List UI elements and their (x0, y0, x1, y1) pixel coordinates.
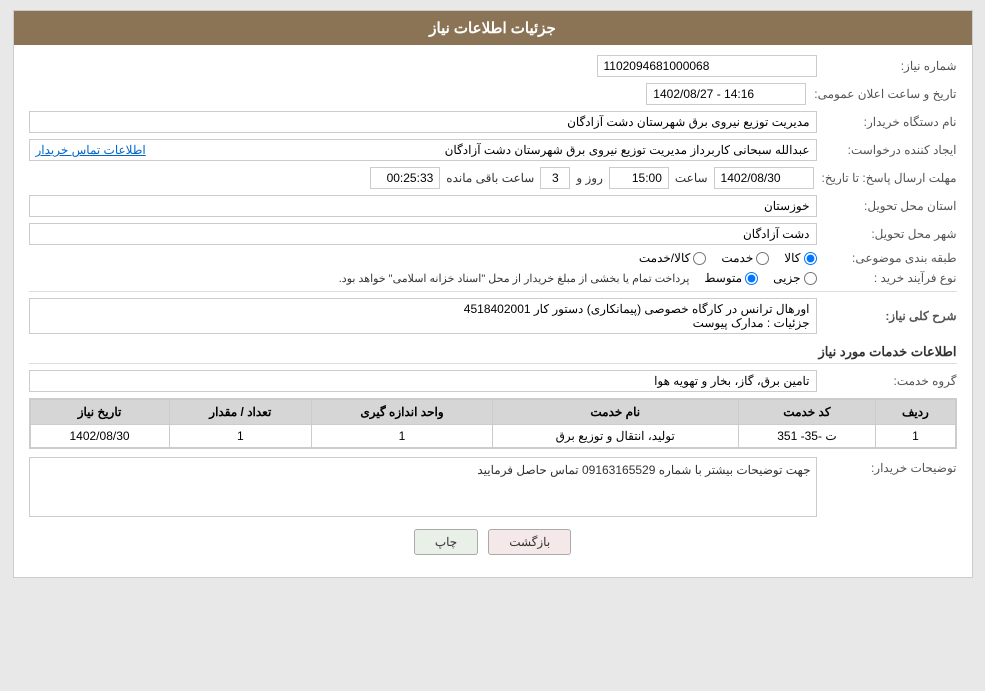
service-group-value: تامین برق، گاز، بخار و تهویه هوا (29, 370, 817, 392)
deadline-time: 15:00 (609, 167, 669, 189)
purchase-type-note: پرداخت تمام یا بخشی از مبلغ خریدار از مح… (29, 272, 690, 285)
province-row: استان محل تحویل: خوزستان (29, 195, 957, 217)
col-unit: واحد اندازه گیری (312, 400, 493, 425)
city-row: شهر محل تحویل: دشت آزادگان (29, 223, 957, 245)
page-content: شماره نیاز: 1102094681000068 تاریخ و ساع… (14, 45, 972, 577)
order-number-value: 1102094681000068 (597, 55, 817, 77)
category-row: طبقه بندی موضوعی: کالا خدمت کالا/خدمت (29, 251, 957, 265)
buyer-desc-box: جهت توضیحات بیشتر با شماره 09163165529 ت… (29, 457, 817, 517)
requester-contact-link[interactable]: اطلاعات تماس خریدار (36, 143, 146, 157)
category-label: طبقه بندی موضوعی: (817, 251, 957, 265)
services-table: ردیف کد خدمت نام خدمت واحد اندازه گیری ت… (30, 399, 956, 448)
order-number-row: شماره نیاز: 1102094681000068 (29, 55, 957, 77)
general-desc-sub: جزئیات : مدارک پیوست (36, 316, 810, 330)
col-date: تاریخ نیاز (30, 400, 169, 425)
deadline-label: مهلت ارسال پاسخ: تا تاریخ: (814, 171, 957, 185)
buyer-desc-area: توضیحات خریدار: جهت توضیحات بیشتر با شما… (29, 457, 957, 517)
requester-row: ایجاد کننده درخواست: عبدالله سبحانی کارب… (29, 139, 957, 161)
table-row: 1ت -35- 351تولید، انتقال و توزیع برق1114… (30, 425, 955, 448)
announcement-date-label: تاریخ و ساعت اعلان عمومی: (806, 87, 956, 101)
general-desc-label: شرح کلی نیاز: (817, 309, 957, 323)
deadline-time-label: ساعت (675, 171, 708, 185)
col-row: ردیف (876, 400, 955, 425)
general-desc-box: اورهال ترانس در کارگاه خصوصی (پیمانکاری)… (29, 298, 817, 334)
deadline-date: 1402/08/30 (714, 167, 814, 189)
col-code: کد خدمت (738, 400, 876, 425)
deadline-remaining: 00:25:33 (370, 167, 440, 189)
col-name: نام خدمت (492, 400, 738, 425)
print-button[interactable]: چاپ (414, 529, 478, 555)
requester-value: عبدالله سبحانی کاربرداز مدیریت توزیع نیر… (29, 139, 817, 161)
deadline-days: 3 (540, 167, 570, 189)
buyer-desc-label: توضیحات خریدار: (817, 457, 957, 475)
service-group-label: گروه خدمت: (817, 374, 957, 388)
general-desc-value: اورهال ترانس در کارگاه خصوصی (پیمانکاری)… (36, 302, 810, 316)
back-button[interactable]: بازگشت (488, 529, 571, 555)
deadline-days-label: روز و (576, 171, 603, 185)
purchase-type-option-jozi[interactable]: جزیی (773, 271, 816, 285)
general-desc-row: شرح کلی نیاز: اورهال ترانس در کارگاه خصو… (29, 298, 957, 334)
buyer-org-row: نام دستگاه خریدار: مدیریت توزیع نیروی بر… (29, 111, 957, 133)
announcement-date-row: تاریخ و ساعت اعلان عمومی: 1402/08/27 - 1… (29, 83, 957, 105)
announcement-date-value: 1402/08/27 - 14:16 (646, 83, 806, 105)
buyer-desc-value: جهت توضیحات بیشتر با شماره 09163165529 ت… (35, 463, 811, 477)
service-group-row: گروه خدمت: تامین برق، گاز، بخار و تهویه … (29, 370, 957, 392)
requester-label: ایجاد کننده درخواست: (817, 143, 957, 157)
category-radio-group: کالا خدمت کالا/خدمت (29, 251, 817, 265)
purchase-type-option-motavasset[interactable]: متوسط (704, 271, 758, 285)
main-container: جزئیات اطلاعات نیاز شماره نیاز: 11020946… (13, 10, 973, 578)
purchase-type-row: نوع فرآیند خرید : جزیی متوسط پرداخت تمام… (29, 271, 957, 285)
city-label: شهر محل تحویل: (817, 227, 957, 241)
button-row: بازگشت چاپ (29, 529, 957, 555)
city-value: دشت آزادگان (29, 223, 817, 245)
category-option-kala[interactable]: کالا (784, 251, 816, 265)
province-label: استان محل تحویل: (817, 199, 957, 213)
services-table-container: ردیف کد خدمت نام خدمت واحد اندازه گیری ت… (29, 398, 957, 449)
page-header: جزئیات اطلاعات نیاز (14, 11, 972, 45)
buyer-org-value: مدیریت توزیع نیروی برق شهرستان دشت آزادگ… (29, 111, 817, 133)
deadline-remaining-label: ساعت باقی مانده (446, 171, 534, 185)
services-section-title: اطلاعات خدمات مورد نیاز (29, 344, 957, 364)
order-number-label: شماره نیاز: (817, 59, 957, 73)
buyer-org-label: نام دستگاه خریدار: (817, 115, 957, 129)
page-title: جزئیات اطلاعات نیاز (429, 20, 556, 37)
col-qty: تعداد / مقدار (169, 400, 312, 425)
deadline-row: مهلت ارسال پاسخ: تا تاریخ: 1402/08/30 سا… (29, 167, 957, 189)
category-option-khedmat[interactable]: خدمت (721, 251, 769, 265)
purchase-type-label: نوع فرآیند خرید : (817, 271, 957, 285)
category-option-kala-khedmat[interactable]: کالا/خدمت (639, 251, 706, 265)
province-value: خوزستان (29, 195, 817, 217)
